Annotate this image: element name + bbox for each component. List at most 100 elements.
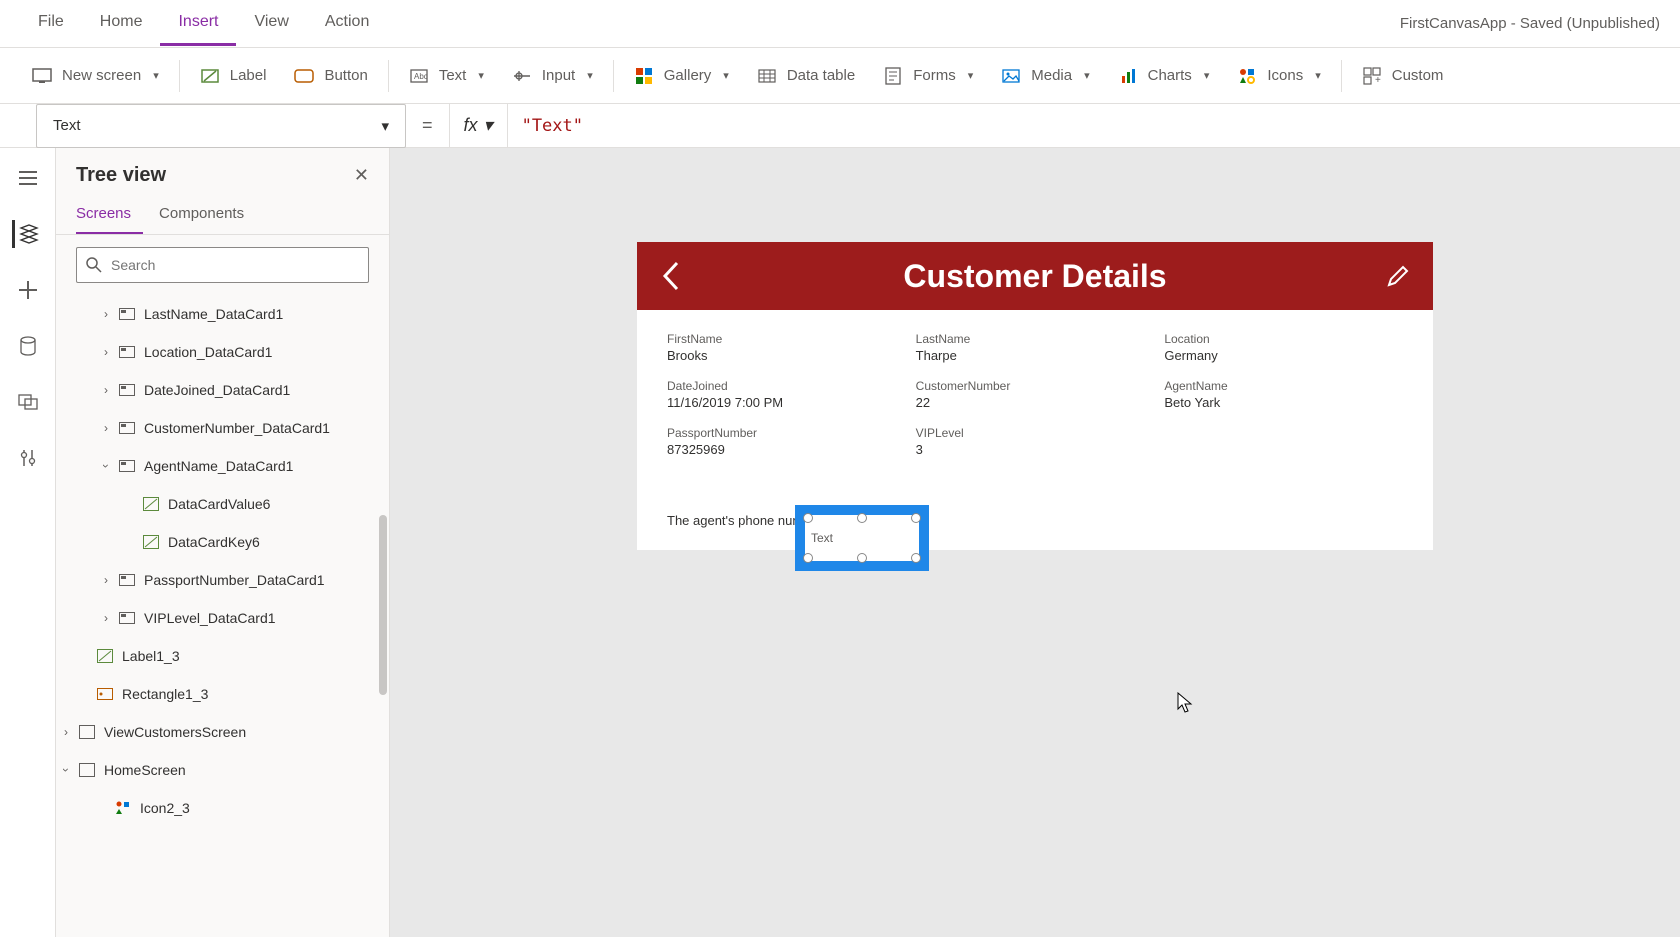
button-button[interactable]: Button xyxy=(280,58,381,94)
expand-icon[interactable]: › xyxy=(98,307,114,321)
datacard-icon xyxy=(118,343,136,361)
tree-node-lastname[interactable]: › LastName_DataCard1 xyxy=(56,295,389,333)
separator xyxy=(388,60,389,92)
tree-node-viplevel[interactable]: ›VIPLevel_DataCard1 xyxy=(56,599,389,637)
field-label: Location xyxy=(1164,332,1403,346)
tab-file[interactable]: File xyxy=(20,1,82,46)
chevron-down-icon: ▾ xyxy=(723,69,729,82)
new-screen-button[interactable]: New screen ▾ xyxy=(18,58,173,94)
field-label: FirstName xyxy=(667,332,906,346)
tree-node-passportnumber[interactable]: ›PassportNumber_DataCard1 xyxy=(56,561,389,599)
chevron-down-icon: ▾ xyxy=(153,69,159,82)
collapse-icon[interactable]: › xyxy=(99,458,113,474)
input-btn-label: Input xyxy=(542,67,575,84)
node-label: HomeScreen xyxy=(104,762,186,778)
app-status: FirstCanvasApp - Saved (Unpublished) xyxy=(1400,15,1660,32)
node-label: DateJoined_DataCard1 xyxy=(144,382,290,398)
formula-input[interactable]: "Text" xyxy=(508,116,597,136)
label-button[interactable]: Label xyxy=(186,58,281,94)
field-passportnumber: PassportNumber87325969 xyxy=(667,426,906,457)
tree-node-datacardkey6[interactable]: DataCardKey6 xyxy=(56,523,389,561)
node-label: Rectangle1_3 xyxy=(122,686,208,702)
expand-icon[interactable]: › xyxy=(98,573,114,587)
scrollbar-thumb[interactable] xyxy=(379,515,387,695)
canvas[interactable]: Customer Details FirstNameBrooks LastNam… xyxy=(390,148,1680,937)
charts-button[interactable]: Charts ▾ xyxy=(1104,58,1224,94)
fx-button[interactable]: fx ▾ xyxy=(449,104,508,148)
custom-btn-label: Custom xyxy=(1392,67,1444,84)
datatable-button[interactable]: Data table xyxy=(743,58,869,94)
button-btn-label: Button xyxy=(324,67,367,84)
tree-node-agentname[interactable]: ›AgentName_DataCard1 xyxy=(56,447,389,485)
expand-icon[interactable]: › xyxy=(98,421,114,435)
tab-home[interactable]: Home xyxy=(82,1,161,46)
media-btn-label: Media xyxy=(1031,67,1072,84)
expand-icon[interactable]: › xyxy=(98,345,114,359)
rail-advanced[interactable] xyxy=(14,444,42,472)
left-rail xyxy=(0,148,56,937)
collapse-icon[interactable]: › xyxy=(59,762,73,778)
tree-tab-components[interactable]: Components xyxy=(159,195,256,234)
node-label: DataCardKey6 xyxy=(168,534,260,550)
svg-text:Abc: Abc xyxy=(414,72,428,81)
text-icon: Abc xyxy=(409,66,429,86)
field-value: 11/16/2019 7:00 PM xyxy=(667,395,906,410)
formula-bar: Text ▾ = fx ▾ "Text" xyxy=(0,104,1680,148)
forms-button[interactable]: Forms ▾ xyxy=(869,58,987,94)
edit-icon[interactable] xyxy=(1385,263,1411,289)
text-btn-label: Text xyxy=(439,67,467,84)
media-button[interactable]: Media ▾ xyxy=(987,58,1103,94)
tab-insert[interactable]: Insert xyxy=(160,1,236,46)
tree-node-location[interactable]: ›Location_DataCard1 xyxy=(56,333,389,371)
search-input[interactable] xyxy=(76,247,369,283)
chevron-down-icon: ▾ xyxy=(1204,69,1210,82)
tree-node-viewcustomers[interactable]: ›ViewCustomersScreen xyxy=(56,713,389,751)
fx-icon: fx xyxy=(464,115,478,136)
tab-view[interactable]: View xyxy=(236,1,306,46)
tree-node-datacardvalue6[interactable]: DataCardValue6 xyxy=(56,485,389,523)
expand-icon[interactable]: › xyxy=(58,725,74,739)
field-label: VIPLevel xyxy=(916,426,1155,440)
tree-panel: Tree view ✕ Screens Components ›LastName… xyxy=(56,148,390,937)
search-icon xyxy=(86,257,102,273)
forms-icon xyxy=(883,66,903,86)
tree-tab-screens[interactable]: Screens xyxy=(76,195,143,234)
back-icon[interactable] xyxy=(659,259,681,293)
tree-node-icon2_3[interactable]: Icon2_3 xyxy=(56,789,389,827)
gallery-button[interactable]: Gallery ▾ xyxy=(620,58,743,94)
label-icon xyxy=(142,533,160,551)
tree-node-homescreen[interactable]: › HomeScreen xyxy=(56,751,389,789)
tree-node-customernumber[interactable]: ›CustomerNumber_DataCard1 xyxy=(56,409,389,447)
tree-body[interactable]: ›LastName_DataCard1 ›Location_DataCard1 … xyxy=(56,295,389,937)
field-label: CustomerNumber xyxy=(916,379,1155,393)
property-selector[interactable]: Text ▾ xyxy=(36,104,406,148)
rail-media[interactable] xyxy=(14,388,42,416)
rail-hamburger[interactable] xyxy=(14,164,42,192)
rail-data[interactable] xyxy=(14,332,42,360)
close-icon[interactable]: ✕ xyxy=(354,165,369,186)
field-label: DateJoined xyxy=(667,379,906,393)
charts-icon xyxy=(1118,66,1138,86)
text-button[interactable]: Abc Text ▾ xyxy=(395,58,498,94)
icons-button[interactable]: Icons ▾ xyxy=(1223,58,1334,94)
icons-btn-label: Icons xyxy=(1267,67,1303,84)
input-button[interactable]: Input ▾ xyxy=(498,58,607,94)
expand-icon[interactable]: › xyxy=(98,383,114,397)
media-icon xyxy=(1001,66,1021,86)
app-screen[interactable]: Customer Details FirstNameBrooks LastNam… xyxy=(637,242,1433,550)
tree-node-datejoined[interactable]: › DateJoined_DataCard1 xyxy=(56,371,389,409)
rail-insert[interactable] xyxy=(14,276,42,304)
field-firstname: FirstNameBrooks xyxy=(667,332,906,363)
chevron-down-icon: ▾ xyxy=(1315,69,1321,82)
expand-icon[interactable]: › xyxy=(98,611,114,625)
datacard-icon xyxy=(118,305,136,323)
custom-button[interactable]: + Custom xyxy=(1348,58,1458,94)
tree-node-rectangle1_3[interactable]: Rectangle1_3 xyxy=(56,675,389,713)
tab-action[interactable]: Action xyxy=(307,1,387,46)
field-location: LocationGermany xyxy=(1164,332,1403,363)
node-label: LastName_DataCard1 xyxy=(144,306,283,322)
rail-treeview[interactable] xyxy=(12,220,40,248)
tree-node-label1_3[interactable]: Label1_3 xyxy=(56,637,389,675)
selected-label-control[interactable]: Text xyxy=(795,505,929,571)
menubar-tabs: File Home Insert View Action xyxy=(20,1,387,46)
